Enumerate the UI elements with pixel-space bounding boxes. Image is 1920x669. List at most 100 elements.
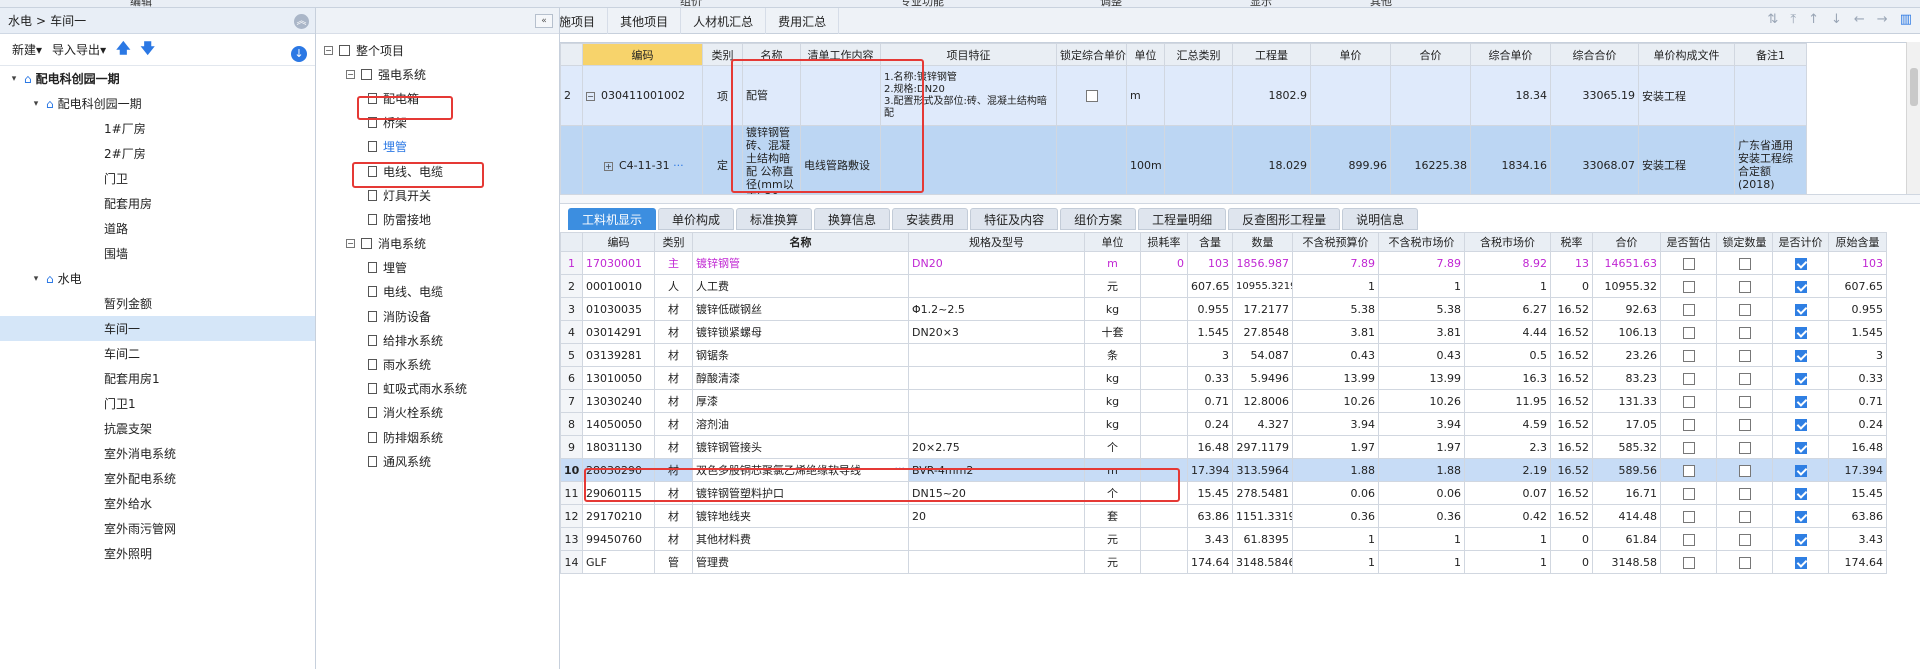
table-cell[interactable]: m	[1084, 458, 1141, 482]
bill-tree-item[interactable]: − 整个项目	[316, 38, 559, 62]
checkbox[interactable]	[1682, 395, 1695, 408]
checkbox[interactable]	[1794, 418, 1807, 431]
table-cell[interactable]	[1772, 297, 1829, 321]
table-cell[interactable]	[1140, 412, 1188, 436]
detail-tab-3[interactable]: 换算信息	[814, 208, 891, 230]
table-cell[interactable]	[1660, 504, 1717, 528]
table-cell[interactable]: DN20×3	[908, 320, 1085, 344]
column-header[interactable]: 单位	[1084, 232, 1141, 252]
table-cell[interactable]	[1716, 366, 1773, 390]
table-cell[interactable]: 材	[654, 527, 693, 551]
table-cell[interactable]: 0.36	[1378, 504, 1465, 528]
table-cell[interactable]: 16.71	[1592, 481, 1661, 505]
table-cell[interactable]	[1772, 366, 1829, 390]
table-cell[interactable]: 414.48	[1592, 504, 1661, 528]
more-icon[interactable]: ···	[895, 462, 906, 475]
table-cell[interactable]	[1140, 320, 1188, 344]
table-cell[interactable]: 2.19	[1464, 458, 1551, 482]
checkbox[interactable]	[1738, 326, 1751, 339]
column-header[interactable]: 单价构成文件	[1638, 43, 1735, 66]
collapse-left-icon[interactable]: «	[535, 14, 553, 28]
checkbox[interactable]	[1738, 510, 1751, 523]
table-cell[interactable]: 1151.3319	[1232, 504, 1293, 528]
table-cell[interactable]	[1660, 550, 1717, 574]
table-cell[interactable]: 材	[654, 343, 693, 367]
vertical-scrollbar[interactable]	[1906, 42, 1920, 194]
table-cell[interactable]: 14651.63	[1592, 251, 1661, 275]
table-cell[interactable]: 17.05	[1592, 412, 1661, 436]
table-cell[interactable]: 13030240	[582, 389, 655, 413]
table-cell[interactable]: 3148.58	[1592, 550, 1661, 574]
column-header[interactable]: 综合合价	[1550, 43, 1639, 66]
table-cell[interactable]: 92.63	[1592, 297, 1661, 321]
bill-tree-item[interactable]: 给排水系统	[316, 328, 559, 352]
checkbox[interactable]	[1682, 303, 1695, 316]
column-settings-icon[interactable]: ▥	[1900, 12, 1912, 27]
table-cell[interactable]: 3.81	[1378, 320, 1465, 344]
table-cell[interactable]: 585.32	[1592, 435, 1661, 459]
project-tree-item[interactable]: 抗震支架	[0, 416, 315, 441]
table-cell[interactable]: 0.43	[1292, 343, 1379, 367]
table-cell[interactable]: 16.52	[1550, 504, 1593, 528]
table-cell[interactable]: 18.34	[1470, 65, 1551, 126]
table-cell[interactable]: 297.1179	[1232, 435, 1293, 459]
name-editor[interactable]: 双色多股铜芯聚氯乙烯绝缘软导线	[696, 464, 861, 477]
checkbox[interactable]	[1738, 349, 1751, 362]
table-cell[interactable]: 16.52	[1550, 412, 1593, 436]
table-cell[interactable]	[1164, 65, 1233, 126]
table-cell[interactable]: 17030001	[582, 251, 655, 275]
table-cell[interactable]	[1140, 527, 1188, 551]
table-cell[interactable]: 钢锯条	[692, 343, 909, 367]
table-cell[interactable]: 6.27	[1464, 297, 1551, 321]
column-header[interactable]: 合价	[1390, 43, 1471, 66]
table-cell[interactable]	[1772, 550, 1829, 574]
table-cell[interactable]: 其他材料费	[692, 527, 909, 551]
table-cell[interactable]: 材	[654, 504, 693, 528]
project-tree-item[interactable]: 门卫1	[0, 391, 315, 416]
table-cell[interactable]	[1660, 297, 1717, 321]
detail-tab-9[interactable]: 说明信息	[1342, 208, 1419, 230]
row-number[interactable]: 9	[560, 435, 583, 459]
table-cell[interactable]	[1056, 65, 1127, 126]
table-cell[interactable]: 材	[654, 320, 693, 344]
table-cell[interactable]: 13.99	[1292, 366, 1379, 390]
column-header[interactable]: 含税市场价	[1464, 232, 1551, 252]
table-cell[interactable]: 4.59	[1464, 412, 1551, 436]
table-cell[interactable]: 材	[654, 481, 693, 505]
table-cell[interactable]: −030411001002	[582, 65, 703, 126]
table-cell[interactable]: GLF	[582, 550, 655, 574]
table-cell[interactable]: 16.48	[1828, 435, 1887, 459]
scrollbar-thumb[interactable]	[1910, 68, 1918, 106]
table-cell[interactable]: 0.42	[1464, 504, 1551, 528]
table-cell[interactable]: 镀锌钢管塑料护口	[692, 481, 909, 505]
checkbox[interactable]	[1794, 326, 1807, 339]
table-cell[interactable]: 899.96	[1310, 125, 1391, 194]
table-cell[interactable]: 10.26	[1378, 389, 1465, 413]
table-cell[interactable]	[1660, 435, 1717, 459]
table-cell[interactable]: 个	[1084, 481, 1141, 505]
table-cell[interactable]: 15.45	[1828, 481, 1887, 505]
column-header[interactable]: 规格及型号	[908, 232, 1085, 252]
expand-caret-icon[interactable]: ▾	[30, 99, 42, 109]
project-tree-item[interactable]: 门卫	[0, 166, 315, 191]
table-row[interactable]: 11 29060115 材镀锌钢管塑料护口 DN15~20 个 15.45 278.5481…	[560, 481, 1887, 505]
table-cell[interactable]: 1	[1378, 274, 1465, 298]
checkbox[interactable]	[1738, 395, 1751, 408]
table-cell[interactable]: 材	[654, 366, 693, 390]
checkbox[interactable]	[1682, 487, 1695, 500]
checkbox[interactable]	[1738, 556, 1751, 569]
table-cell[interactable]: 1	[1464, 274, 1551, 298]
table-cell[interactable]: 1	[1464, 527, 1551, 551]
row-number[interactable]: 3	[560, 297, 583, 321]
table-cell[interactable]	[1716, 389, 1773, 413]
table-cell[interactable]: 15.45	[1187, 481, 1233, 505]
panel-splitter[interactable]	[560, 194, 1920, 204]
project-tree-item[interactable]: 室外雨污管网	[0, 516, 315, 541]
table-cell[interactable]	[560, 125, 583, 194]
bill-tree-item[interactable]: 埋管	[316, 256, 559, 280]
table-row[interactable]: 1 17030001 主镀锌钢管 DN20 m 0 103 1856.987 7.89 7.89 8…	[560, 251, 1887, 275]
table-cell[interactable]	[1772, 343, 1829, 367]
table-cell[interactable]: 17.394	[1187, 458, 1233, 482]
table-cell[interactable]: 16.48	[1187, 435, 1233, 459]
move-right-icon[interactable]: →	[1877, 12, 1888, 27]
